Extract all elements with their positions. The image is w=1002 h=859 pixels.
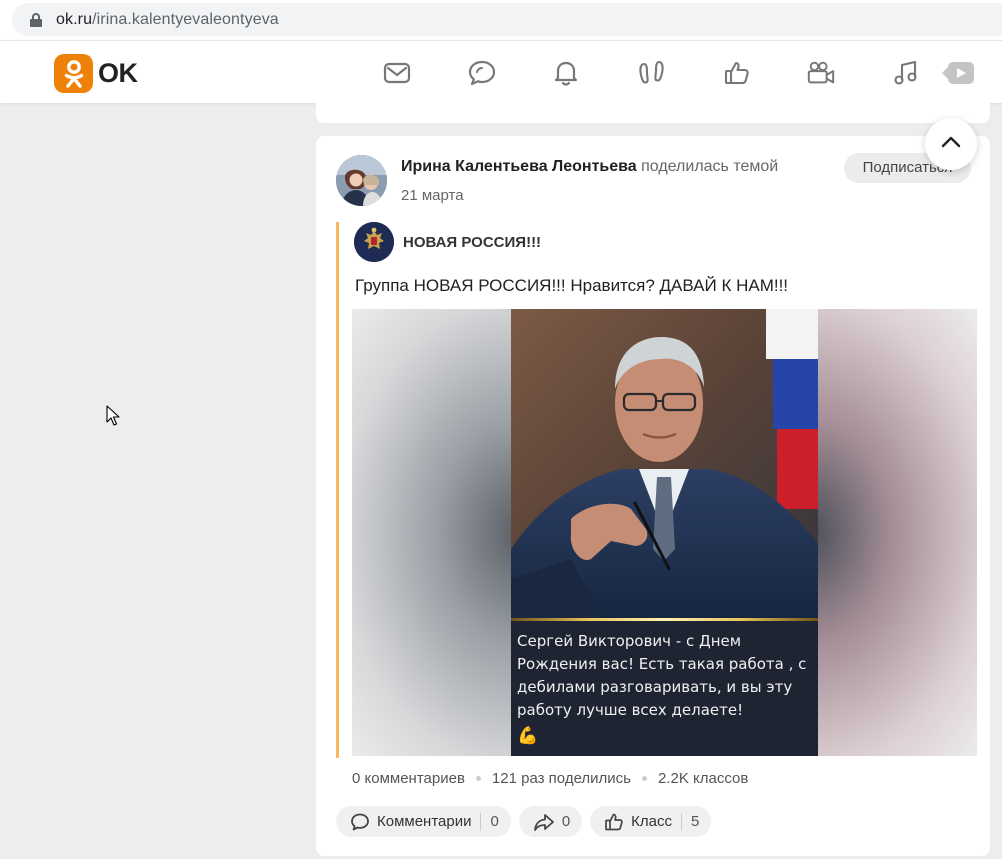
photo-caption-panel: Сергей Викторович - с Днем Рождения вас!… bbox=[511, 618, 818, 756]
guests-icon[interactable] bbox=[637, 58, 667, 88]
author-name-link[interactable]: Ирина Калентьева Леонтьева bbox=[401, 158, 637, 175]
notifications-icon[interactable] bbox=[551, 58, 581, 88]
stats-separator bbox=[642, 776, 647, 781]
comments-count-link[interactable]: 0 комментариев bbox=[352, 770, 465, 787]
comment-icon bbox=[350, 812, 370, 832]
browser-address-bar: ok.ru/irina.kalentyevaleontyeva bbox=[0, 0, 1002, 40]
author-avatar[interactable] bbox=[336, 155, 387, 206]
ok-logo-text: OK bbox=[98, 58, 138, 88]
post-media[interactable]: Сергей Викторович - с Днем Рождения вас!… bbox=[352, 309, 977, 756]
photo-caption-text: Сергей Викторович - с Днем Рождения вас!… bbox=[517, 632, 807, 719]
post-photo[interactable]: Сергей Викторович - с Днем Рождения вас!… bbox=[511, 309, 818, 756]
shared-topic: НОВАЯ РОССИЯ!!! Группа НОВАЯ РОССИЯ!!! Н… bbox=[336, 222, 977, 758]
shares-count-link[interactable]: 121 раз поделились bbox=[492, 770, 631, 787]
post-actions: Комментарии 0 0 Класс 5 bbox=[336, 806, 719, 837]
url-host: ok.ru bbox=[56, 10, 93, 28]
share-arrow-icon bbox=[533, 812, 555, 832]
like-button-label: Класс bbox=[631, 813, 673, 830]
feed-post-card: Ирина Калентьева Леонтьева поделилась те… bbox=[316, 136, 990, 856]
ok-logo-icon bbox=[54, 54, 93, 93]
post-date[interactable]: 21 марта bbox=[401, 187, 464, 204]
comment-button[interactable]: Комментарии 0 bbox=[336, 806, 511, 837]
group-avatar[interactable] bbox=[354, 222, 394, 262]
comment-button-count: 0 bbox=[490, 813, 499, 830]
lock-icon[interactable] bbox=[30, 12, 42, 27]
previous-post-card bbox=[316, 103, 990, 123]
ok-logo[interactable]: OK bbox=[54, 54, 138, 93]
stats-separator bbox=[475, 776, 481, 781]
post-author-line: Ирина Калентьева Леонтьева поделилась те… bbox=[401, 158, 778, 176]
share-button[interactable]: 0 bbox=[518, 806, 583, 837]
share-button-count: 0 bbox=[561, 813, 571, 830]
likes-icon[interactable] bbox=[722, 58, 752, 88]
pill-divider bbox=[480, 812, 482, 831]
pill-divider bbox=[681, 812, 683, 831]
classes-count-link[interactable]: 2.2K классов bbox=[658, 770, 748, 787]
discussions-icon[interactable] bbox=[467, 58, 497, 88]
post-stats: 0 комментариев 121 раз поделились 2.2K к… bbox=[352, 770, 748, 787]
video-play-icon[interactable] bbox=[940, 58, 976, 88]
url-field[interactable]: ok.ru/irina.kalentyevaleontyeva bbox=[12, 3, 1002, 36]
like-button-count: 5 bbox=[691, 813, 700, 830]
chevron-up-icon bbox=[941, 135, 961, 153]
scroll-to-top-button[interactable] bbox=[925, 118, 977, 170]
video-icon[interactable] bbox=[806, 58, 836, 88]
media-blur-left bbox=[352, 309, 511, 756]
music-icon[interactable] bbox=[891, 58, 921, 88]
media-blur-right bbox=[818, 309, 977, 756]
like-class-button[interactable]: Класс 5 bbox=[590, 806, 712, 837]
thumbs-up-icon bbox=[604, 812, 624, 832]
site-header: OK bbox=[0, 40, 1002, 103]
comment-button-label: Комментарии bbox=[377, 813, 472, 830]
author-action-text: поделилась темой bbox=[636, 158, 779, 175]
url-path: /irina.kalentyevaleontyeva bbox=[92, 10, 279, 28]
group-name-link[interactable]: НОВАЯ РОССИЯ!!! bbox=[403, 234, 541, 251]
caption-gold-divider bbox=[511, 618, 818, 621]
mouse-cursor-icon bbox=[106, 405, 120, 432]
mail-icon[interactable] bbox=[382, 58, 412, 88]
flexed-biceps-icon: 💪 bbox=[517, 726, 539, 745]
url-text: ok.ru/irina.kalentyevaleontyeva bbox=[56, 11, 279, 29]
share-text: Группа НОВАЯ РОССИЯ!!! Нравится? ДАВАЙ К… bbox=[355, 276, 789, 295]
